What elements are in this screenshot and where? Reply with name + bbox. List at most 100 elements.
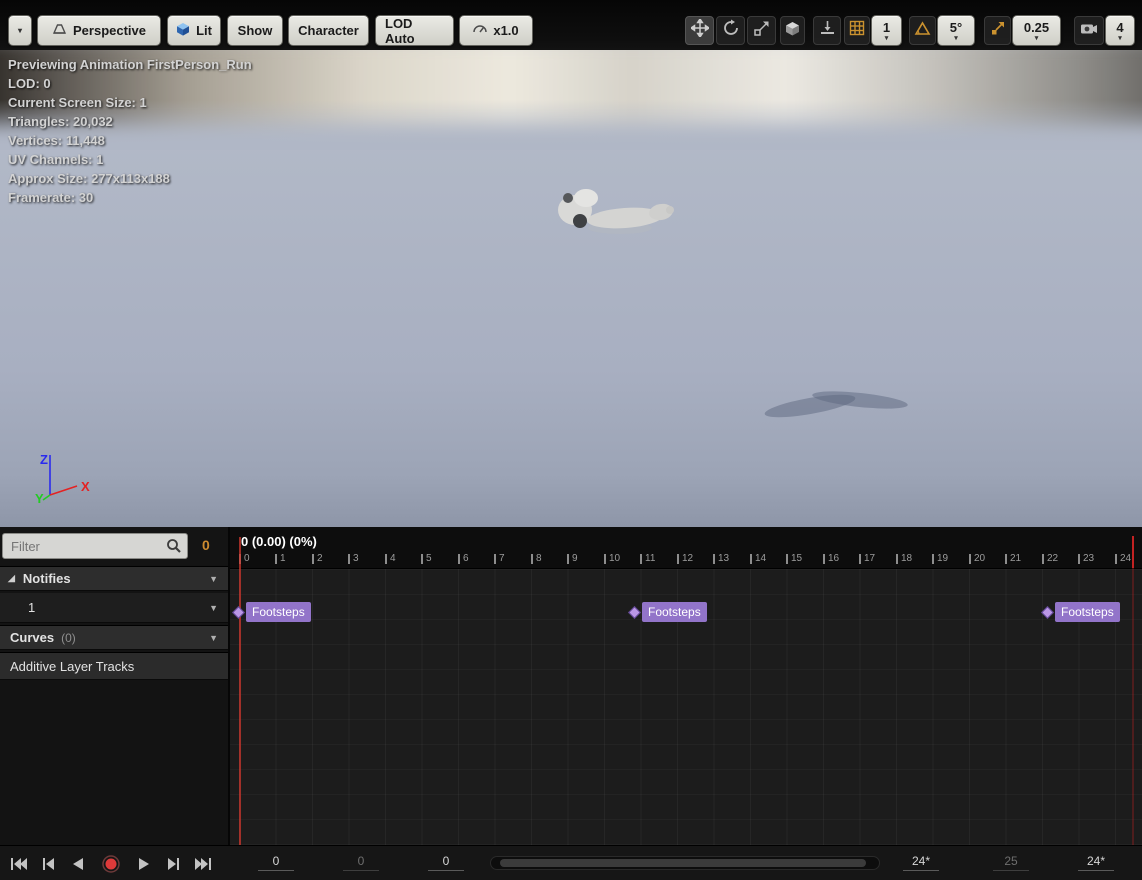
preview-viewport[interactable]: Z X Y Previewing Animation FirstPerson_R…: [0, 0, 1142, 527]
notify-filter-count: 0: [202, 537, 210, 553]
additive-label: Additive Layer Tracks: [10, 659, 134, 674]
frame-rate-field[interactable]: 24*: [1078, 854, 1114, 871]
angle-snap-toggle-button[interactable]: [909, 16, 936, 45]
perspective-button[interactable]: Perspective: [37, 15, 161, 46]
ruler-tick: 17: [859, 554, 875, 564]
chevron-down-icon[interactable]: ▼: [209, 603, 218, 613]
ruler-tick: 13: [713, 554, 729, 564]
current-percent-field[interactable]: 0: [343, 854, 379, 871]
additive-layer-tracks-header[interactable]: Additive Layer Tracks: [0, 652, 228, 680]
end-frame-field[interactable]: 24*: [903, 854, 939, 871]
chevron-down-icon[interactable]: ▼: [209, 633, 218, 643]
move-icon: [691, 19, 709, 42]
camera-speed-value: 4: [1116, 21, 1123, 34]
curves-label: Curves: [10, 630, 54, 645]
notify-footsteps-1[interactable]: Footsteps: [234, 601, 311, 623]
angle-snap-value-button[interactable]: 5° ▾: [937, 15, 975, 46]
timeline-area[interactable]: 0 (0.00) (0%) 0 1 2 3 4 5 6 7 8 9 10 11 …: [230, 527, 1142, 845]
lod-auto-button[interactable]: LOD Auto: [375, 15, 454, 46]
rotate-tool-button[interactable]: [716, 16, 745, 45]
notify-footsteps-2[interactable]: Footsteps: [630, 601, 707, 623]
ruler-tick: 11: [640, 554, 655, 564]
ruler-tick: 18: [896, 554, 912, 564]
viewport-toolbar: ▾ Perspective Lit Show: [0, 0, 1142, 50]
show-button[interactable]: Show: [227, 15, 283, 46]
notify-track-row[interactable]: 1 ▼: [0, 593, 228, 623]
surface-snap-button[interactable]: [813, 16, 841, 45]
current-frame-field[interactable]: 0: [258, 854, 294, 871]
stat-previewing: Previewing Animation FirstPerson_Run: [8, 55, 252, 74]
previous-frame-button[interactable]: [34, 850, 61, 877]
track-outliner: 0 ◢ Notifies ▼ 1 ▼ Curves (0) ▼ Additive…: [0, 527, 230, 845]
notify-footsteps-3[interactable]: Footsteps: [1043, 601, 1120, 623]
curves-section-header[interactable]: Curves (0) ▼: [0, 625, 228, 650]
coordinate-space-button[interactable]: [780, 16, 805, 45]
preview-character-mesh: [530, 168, 690, 258]
caret-down-icon: ▾: [885, 35, 889, 42]
angle-snap-value: 5°: [950, 21, 962, 34]
notify-label[interactable]: Footsteps: [642, 602, 707, 622]
lit-mode-button[interactable]: Lit: [167, 15, 221, 46]
animation-editor: Z X Y Previewing Animation FirstPerson_R…: [0, 0, 1142, 880]
character-button[interactable]: Character: [288, 15, 369, 46]
playback-transport-bar: 0 0 0 24* 25 24*: [0, 845, 1142, 880]
ruler-tick: 8: [531, 554, 542, 564]
axis-gizmo: Z X Y: [28, 448, 108, 506]
ruler-tick: 24: [1115, 554, 1131, 564]
character-shadow: [755, 378, 925, 433]
viewport-options-button[interactable]: ▾: [8, 15, 32, 46]
play-reverse-button[interactable]: [64, 850, 91, 877]
filter-input[interactable]: [2, 533, 188, 559]
current-time-field[interactable]: 0: [428, 854, 464, 871]
notify-label[interactable]: Footsteps: [246, 602, 311, 622]
notify-track-label: 1: [28, 600, 35, 615]
scale-snap-value-button[interactable]: 0.25 ▾: [1012, 15, 1061, 46]
ruler-tick: 23: [1078, 554, 1094, 564]
camera-speed-toggle-button[interactable]: [1074, 16, 1104, 45]
move-tool-button[interactable]: [685, 16, 714, 45]
time-ruler[interactable]: 0 1 2 3 4 5 6 7 8 9 10 11 12 13 14 15 16…: [230, 551, 1142, 568]
next-frame-icon: [164, 854, 184, 874]
grid-snap-value: 1: [883, 21, 890, 34]
ruler-tick: 9: [567, 554, 578, 564]
perspective-label: Perspective: [73, 23, 146, 38]
next-frame-button[interactable]: [160, 850, 187, 877]
play-button[interactable]: [130, 850, 157, 877]
notifies-section-header[interactable]: ◢ Notifies ▼: [0, 566, 228, 591]
ruler-tick: 14: [750, 554, 766, 564]
stat-uv-channels: UV Channels: 1: [8, 150, 252, 169]
scale-snap-toggle-button[interactable]: [984, 16, 1011, 45]
notify-label[interactable]: Footsteps: [1055, 602, 1120, 622]
skip-to-start-button[interactable]: [4, 850, 31, 877]
skip-to-start-icon: [8, 854, 28, 874]
stat-approx-size: Approx Size: 277x113x188: [8, 169, 252, 188]
playhead-marker[interactable]: [239, 537, 241, 845]
total-frames-field[interactable]: 25: [993, 854, 1029, 871]
angle-snap-icon: [914, 21, 931, 41]
scale-snap-icon: [990, 20, 1006, 41]
stat-screen-size: Current Screen Size: 1: [8, 93, 252, 112]
ruler-tick: 1: [275, 554, 286, 564]
scrollbar-thumb[interactable]: [500, 859, 866, 867]
notify-diamond-icon[interactable]: [232, 606, 245, 619]
ruler-tick: 15: [786, 554, 802, 564]
lod-label: LOD Auto: [385, 16, 444, 46]
playback-speed-button[interactable]: x1.0: [459, 15, 533, 46]
grid-snap-toggle-button[interactable]: [844, 16, 870, 45]
search-icon: [166, 538, 182, 559]
camera-speed-value-button[interactable]: 4 ▾: [1105, 15, 1135, 46]
previous-frame-icon: [38, 854, 58, 874]
axis-y-label: Y: [35, 491, 44, 506]
scale-tool-button[interactable]: [747, 16, 776, 45]
skip-to-end-button[interactable]: [190, 850, 217, 877]
viewport-stats: Previewing Animation FirstPerson_Run LOD…: [8, 55, 252, 207]
timeline-scrollbar[interactable]: [490, 856, 880, 870]
notify-diamond-icon[interactable]: [1041, 606, 1054, 619]
chevron-down-icon[interactable]: ▼: [209, 574, 218, 584]
stat-framerate: Framerate: 30: [8, 188, 252, 207]
grid-snap-value-button[interactable]: 1 ▾: [871, 15, 902, 46]
record-button[interactable]: [97, 850, 124, 877]
caret-down-icon: ▾: [18, 27, 22, 35]
stat-triangles: Triangles: 20,032: [8, 112, 252, 131]
notify-diamond-icon[interactable]: [628, 606, 641, 619]
